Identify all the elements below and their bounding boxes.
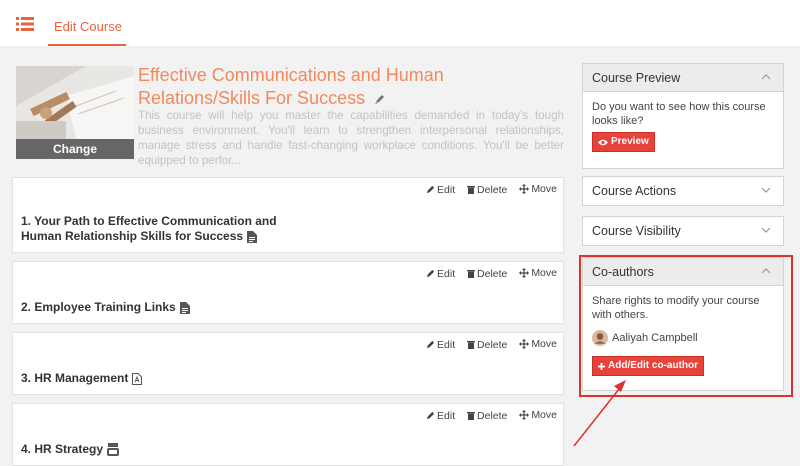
pencil-icon[interactable] bbox=[374, 93, 386, 105]
pencil-icon bbox=[426, 411, 435, 420]
lesson-actions: Edit Delete Move bbox=[417, 338, 557, 352]
course-actions-title: Course Actions bbox=[592, 184, 677, 198]
edit-button[interactable]: Edit bbox=[426, 410, 455, 422]
move-button[interactable]: Move bbox=[519, 409, 557, 421]
eye-icon bbox=[598, 139, 608, 145]
course-thumbnail: Change bbox=[16, 66, 134, 159]
lesson-title[interactable]: 4. HR Strategy bbox=[21, 442, 120, 457]
delete-label: Delete bbox=[477, 183, 508, 196]
move-button[interactable]: Move bbox=[519, 183, 557, 195]
change-image-button[interactable]: Change bbox=[16, 139, 134, 159]
lesson-card: Edit Delete Move 4. HR Strategy bbox=[12, 403, 564, 466]
pencil-icon bbox=[426, 269, 435, 278]
chevron-down-icon bbox=[761, 227, 771, 233]
edit-button[interactable]: Edit bbox=[426, 184, 455, 196]
course-preview-text: Do you want to see how this course looks… bbox=[592, 101, 766, 127]
move-icon bbox=[519, 339, 530, 349]
move-button[interactable]: Move bbox=[519, 338, 557, 350]
course-title-text: Effective Communications and Human Relat… bbox=[138, 65, 444, 108]
lesson-title-text: 3. HR Management bbox=[21, 371, 129, 385]
chevron-up-icon bbox=[761, 74, 771, 80]
document-icon bbox=[179, 301, 190, 314]
move-label: Move bbox=[531, 338, 557, 350]
lesson-title-text: 2. Employee Training Links bbox=[21, 300, 176, 314]
list-icon[interactable] bbox=[16, 17, 34, 31]
course-preview-header[interactable]: Course Preview bbox=[583, 64, 783, 92]
move-icon bbox=[519, 184, 530, 194]
chevron-down-icon bbox=[761, 187, 771, 193]
course-visibility-header[interactable]: Course Visibility bbox=[583, 217, 783, 245]
edit-label: Edit bbox=[437, 409, 456, 422]
preview-label: Preview bbox=[611, 136, 649, 147]
course-actions-header[interactable]: Course Actions bbox=[583, 177, 783, 205]
pencil-icon bbox=[426, 340, 435, 349]
trash-icon bbox=[467, 186, 476, 194]
edit-button[interactable]: Edit bbox=[426, 339, 455, 351]
course-description[interactable]: This course will help you master the cap… bbox=[138, 108, 564, 168]
course-title[interactable]: Effective Communications and Human Relat… bbox=[138, 64, 478, 110]
lesson-card: Edit Delete Move 2. Employee Training Li… bbox=[12, 261, 564, 324]
course-visibility-panel: Course Visibility bbox=[582, 216, 784, 246]
delete-button[interactable]: Delete bbox=[467, 184, 507, 196]
lesson-title[interactable]: 3. HR Management bbox=[21, 371, 143, 386]
youtube-icon bbox=[107, 443, 120, 457]
delete-button[interactable]: Delete bbox=[467, 339, 507, 351]
edit-label: Edit bbox=[437, 183, 456, 196]
lesson-title[interactable]: 2. Employee Training Links bbox=[21, 300, 190, 315]
lesson-title-text: 4. HR Strategy bbox=[21, 442, 104, 456]
move-button[interactable]: Move bbox=[519, 267, 557, 279]
delete-label: Delete bbox=[477, 409, 508, 422]
course-preview-body: Do you want to see how this course looks… bbox=[583, 92, 783, 160]
highlight-box bbox=[579, 255, 793, 397]
lesson-card: Edit Delete Move 3. HR Management bbox=[12, 332, 564, 395]
move-icon bbox=[519, 410, 530, 420]
course-visibility-title: Course Visibility bbox=[592, 224, 681, 238]
course-preview-panel: Course Preview Do you want to see how th… bbox=[582, 63, 784, 169]
edit-button[interactable]: Edit bbox=[426, 268, 455, 280]
lesson-title[interactable]: 1. Your Path to Effective Communication … bbox=[21, 214, 277, 244]
trash-icon bbox=[467, 270, 476, 278]
lesson-card: Edit Delete Move 1. Your Path to Effecti… bbox=[12, 177, 564, 253]
move-label: Move bbox=[531, 267, 557, 279]
document-icon bbox=[247, 230, 258, 243]
move-icon bbox=[519, 268, 530, 278]
course-preview-title: Course Preview bbox=[592, 71, 681, 85]
trash-icon bbox=[467, 412, 476, 420]
pencil-icon bbox=[426, 185, 435, 194]
edit-label: Edit bbox=[437, 338, 456, 351]
lesson-actions: Edit Delete Move bbox=[417, 409, 557, 423]
course-actions-panel: Course Actions bbox=[582, 176, 784, 206]
lesson-title-line-2: Human Relationship Skills for Success bbox=[21, 229, 244, 243]
pdf-icon bbox=[132, 372, 143, 385]
active-tab-indicator bbox=[48, 44, 126, 46]
delete-label: Delete bbox=[477, 338, 508, 351]
lesson-actions: Edit Delete Move bbox=[417, 267, 557, 281]
move-label: Move bbox=[531, 409, 557, 421]
delete-button[interactable]: Delete bbox=[467, 410, 507, 422]
lesson-title-line-1: 1. Your Path to Effective Communication … bbox=[21, 214, 277, 228]
preview-button[interactable]: Preview bbox=[592, 132, 655, 152]
move-label: Move bbox=[531, 183, 557, 195]
tab-edit-course[interactable]: Edit Course bbox=[48, 0, 128, 46]
trash-icon bbox=[467, 341, 476, 349]
delete-button[interactable]: Delete bbox=[467, 268, 507, 280]
lesson-actions: Edit Delete Move bbox=[417, 183, 557, 197]
delete-label: Delete bbox=[477, 267, 508, 280]
edit-label: Edit bbox=[437, 267, 456, 280]
top-bar: Edit Course bbox=[0, 0, 800, 46]
